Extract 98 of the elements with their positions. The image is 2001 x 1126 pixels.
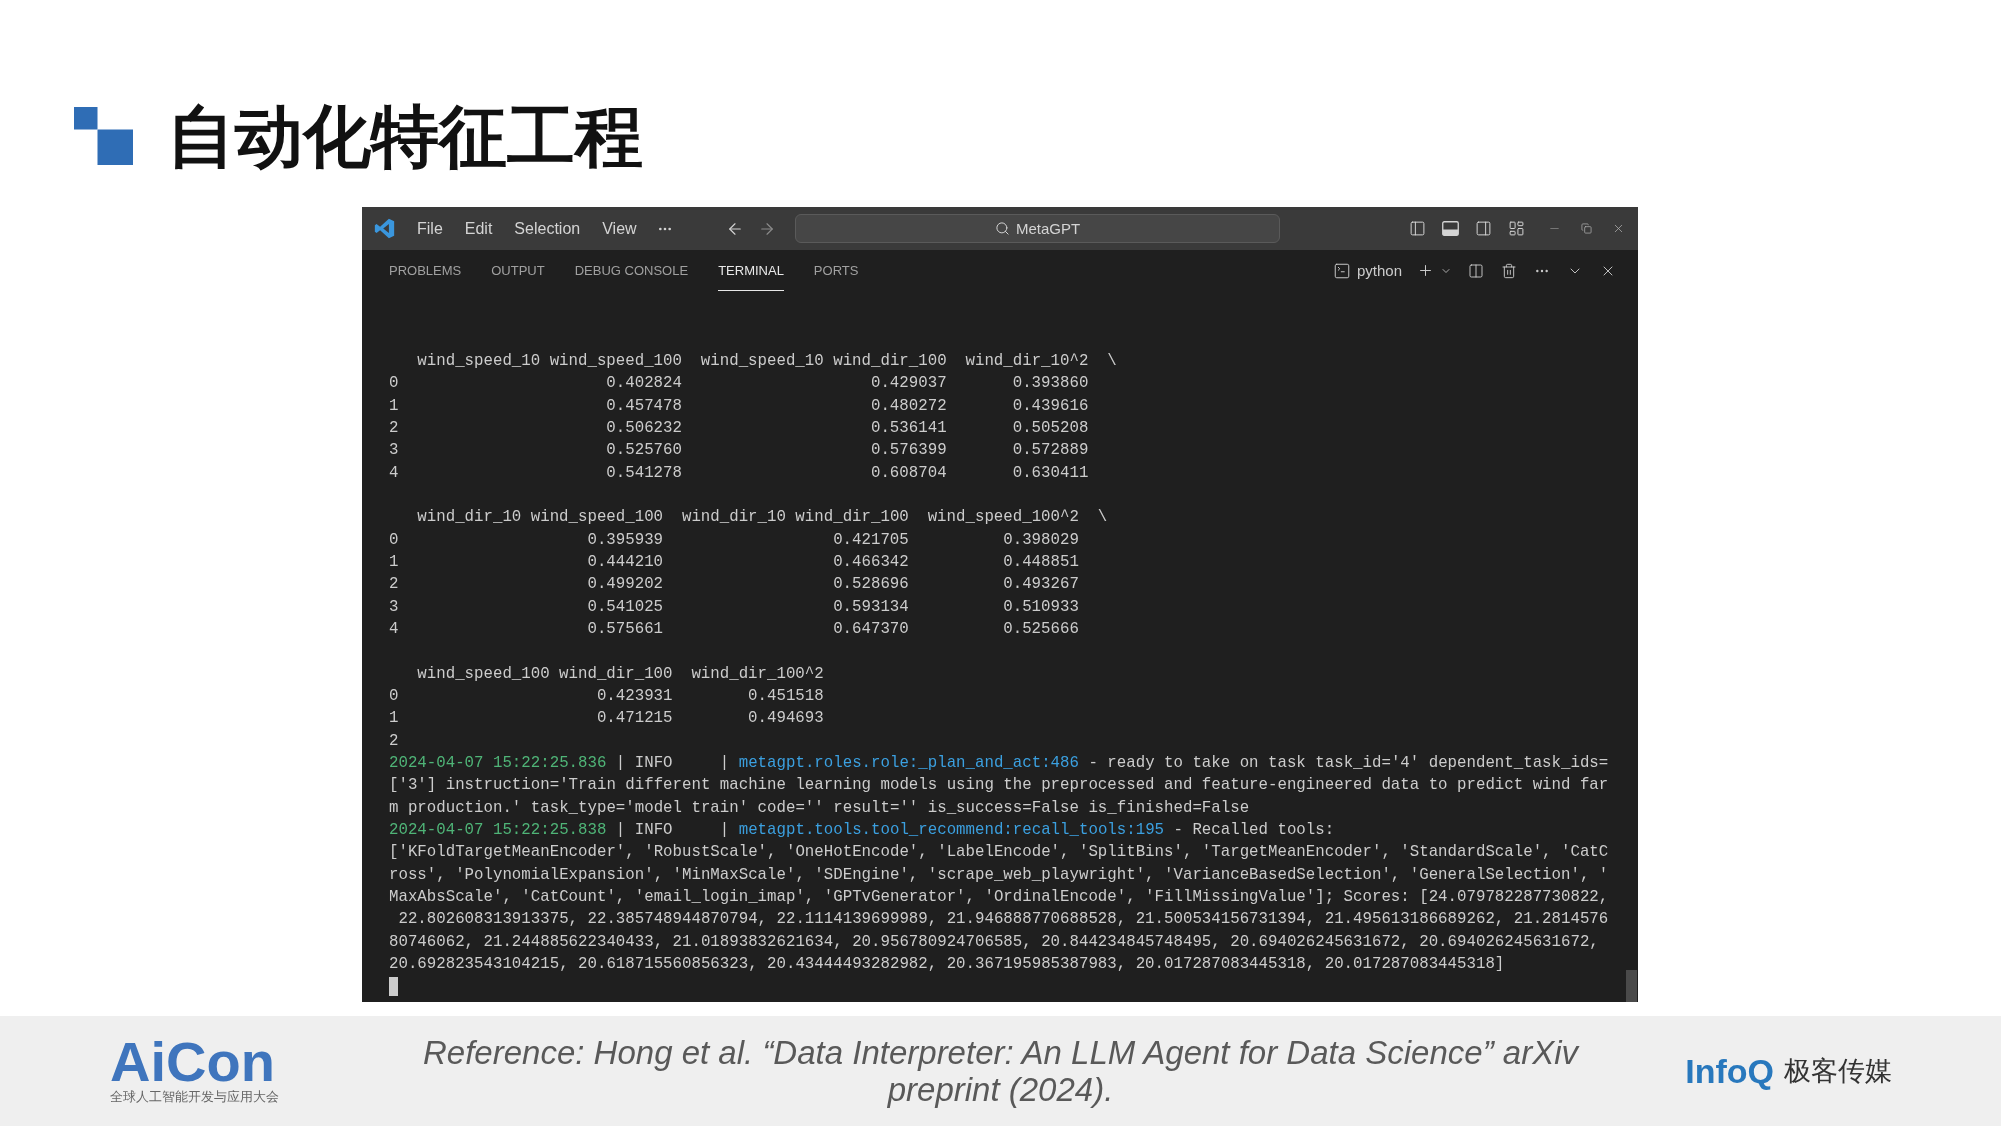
row-index: 0	[389, 685, 399, 707]
row-index: 0	[389, 529, 399, 551]
row-index: 4	[389, 618, 399, 640]
table-cell-text: 0.429037	[869, 373, 947, 395]
log-line: 20.692823543104215, 20.618715560856323, 20.43444493282982, 20.367195985387983, 20.017287083445318, 20.017287083445318]	[389, 953, 1505, 975]
row-index: 1	[389, 708, 399, 730]
table-cell-text: 0.393860	[1011, 373, 1089, 395]
editor-logo-icon[interactable]	[374, 218, 395, 239]
table-cell-text: 0.505208	[1011, 418, 1089, 439]
table-cell-text: 0.493267	[1002, 574, 1079, 596]
slide-title: 自动化特征工程	[167, 102, 643, 170]
table-cell-text: 0.448851	[1002, 551, 1079, 573]
table-cell-text: 0.608704	[869, 462, 947, 484]
log-line: 2024-04-07 15:22:25.838 | INFO | metagpt.tools.tool_recommend:recall_tools:195 - Recalled tools:	[389, 819, 1335, 841]
row-index: 4	[389, 462, 399, 484]
continuation-mark: \	[1097, 507, 1108, 529]
continuation-mark: \	[1107, 351, 1117, 372]
column-header: wind_speed_100^2	[927, 507, 1079, 529]
table-cell-text: 0.499202	[586, 574, 664, 596]
sidebar-left-icon[interactable]	[1409, 220, 1426, 237]
table-cell-text: 0.402824	[605, 373, 682, 395]
text-cursor	[389, 976, 398, 996]
publisher-wordmark: InfoQ	[1685, 1051, 1774, 1091]
row-index: 2	[389, 574, 399, 596]
log-line: ['3'] instruction='Train different machine learning models using the preprocessed and feature-engineered data to predict wind far	[389, 775, 1609, 797]
restore-icon[interactable]	[1580, 223, 1592, 234]
publisher-name: 极客传媒	[1784, 1055, 1892, 1087]
table-cell-text: 0.466342	[832, 551, 909, 573]
table-cell-text: 0.494693	[747, 708, 824, 730]
panel-tab[interactable]: DEBUG CONSOLE	[574, 250, 689, 291]
table-cell-text: 0.506232	[605, 418, 682, 439]
log-line: ['KFoldTargetMeanEncoder', 'RobustScale', 'OneHotEncode', 'LabelEncode', 'SplitBins', 'TargetMeanEncoder', 'StandardScale', 'CatC	[389, 842, 1609, 864]
terminal-icon	[1332, 261, 1351, 280]
log-line: 2024-04-07 15:22:25.836 | INFO | metagpt.roles.role:_plan_and_act:486 - ready to take on task task_id='4' dependent_task_ids=	[389, 752, 1609, 774]
row-index: 0	[389, 373, 399, 395]
table-cell-text: 0.395939	[586, 529, 664, 551]
reference-text: Reference: Hong et al. “Data Interpreter: An LLM Agent for Data Science” arXiv preprint (2024).	[422, 1034, 1581, 1108]
table-cell-text: 0.575661	[586, 618, 664, 640]
layout-icon[interactable]	[1508, 220, 1525, 237]
logo-tagline: 全球人工智能开发与应用大会	[110, 1089, 279, 1105]
column-header: wind_speed_10 wind_speed_100	[417, 351, 682, 372]
table-cell-text: 0.528696	[832, 574, 909, 596]
table-cell-text: 0.444210	[586, 551, 664, 573]
log-line: MaxAbsScale', 'CatCount', 'email_login_imap', 'GPTvGenerator', 'OrdinalEncode', 'FillMissingValue']; Scores: [24.079782287730822,	[389, 886, 1609, 908]
terminal-profile-button[interactable]: python	[1328, 261, 1406, 280]
panel-tab[interactable]: OUTPUT	[491, 250, 545, 291]
table-cell-text: 0.630411	[1011, 462, 1089, 484]
sidebar-right-icon[interactable]	[1475, 220, 1492, 237]
table-cell-text: 0.457478	[605, 395, 682, 417]
row-index: 1	[389, 551, 399, 573]
column-header: wind_dir_10 wind_speed_100	[417, 507, 664, 529]
log-line: 80746062, 21.244885622340433, 21.01893832621634, 20.956780924706585, 20.844234845748495, 20.694026245631672, 20.694026245631672,	[389, 931, 1599, 953]
column-header: wind_dir_10 wind_dir_100	[681, 507, 909, 529]
log-line: 22.802608313913375, 22.385748944870794, 22.1114139699989, 21.946888770688528, 21.500534156731394, 21.495613186689262, 21.2814576	[397, 909, 1609, 931]
row-index: 3	[389, 440, 399, 462]
table-cell-text: 0.525760	[605, 440, 682, 462]
panel-tab[interactable]: TERMINAL	[718, 250, 784, 291]
column-header: wind_speed_100 wind_dir_100	[417, 663, 673, 685]
table-cell-text: 0.572889	[1011, 440, 1089, 462]
menu-item[interactable]: View	[592, 215, 647, 242]
panel-tab[interactable]: PROBLEMS	[389, 250, 462, 291]
row-index: 1	[389, 395, 399, 417]
logo-wordmark: AiCon	[110, 1037, 275, 1087]
panel-bottom-icon[interactable]	[1442, 221, 1459, 236]
row-index: 3	[389, 596, 399, 618]
column-header: wind_dir_100^2	[691, 663, 824, 685]
table-cell-text: 0.471215	[595, 708, 673, 730]
menu-item[interactable]: File	[407, 215, 453, 242]
scrollbar-thumb[interactable]	[1626, 970, 1637, 1002]
split-icon[interactable]	[1467, 262, 1484, 279]
menu-item[interactable]: Selection	[504, 215, 591, 242]
table-cell-text: 0.541025	[586, 596, 664, 618]
panel-tab[interactable]: PORTS	[813, 250, 859, 291]
menu-item[interactable]: Edit	[454, 215, 503, 242]
table-cell-text: 0.576399	[869, 440, 947, 462]
table-cell-text: 0.647370	[832, 618, 909, 640]
table-cell-text: 0.593134	[832, 596, 909, 618]
column-header: wind_dir_10^2	[965, 351, 1089, 372]
table-cell-text: 0.525666	[1002, 618, 1079, 640]
table-cell-text: 0.421705	[832, 529, 909, 551]
table-cell-text: 0.541278	[605, 462, 682, 484]
table-cell-text: 0.480272	[869, 395, 947, 417]
squares-icon	[74, 107, 133, 165]
search-icon	[994, 221, 1010, 236]
table-cell-text: 0.510933	[1002, 596, 1079, 618]
row-index: 2	[389, 418, 399, 439]
column-header: wind_speed_10 wind_dir_100	[700, 351, 947, 372]
table-cell-text: 0.423931	[595, 685, 673, 707]
command-center[interactable]: MetaGPT	[795, 214, 1280, 243]
trash-icon[interactable]	[1500, 262, 1517, 279]
log-line: m production.' task_type='model train' code='' result='' is_success=False is_finished=False	[389, 797, 1250, 819]
log-line: ross', 'PolynomialExpansion', 'MinMaxScale', 'SDEngine', 'scrape_web_playwright', 'VarianceBasedSelection', 'GeneralSelection', '	[389, 864, 1609, 886]
table-cell-text: 0.536141	[869, 418, 947, 439]
table-cell-text: 0.451518	[747, 685, 824, 707]
plus-icon[interactable]	[1417, 262, 1434, 279]
row-index: 2	[389, 730, 399, 752]
table-cell-text: 0.439616	[1011, 395, 1089, 417]
table-cell-text: 0.398029	[1002, 529, 1079, 551]
